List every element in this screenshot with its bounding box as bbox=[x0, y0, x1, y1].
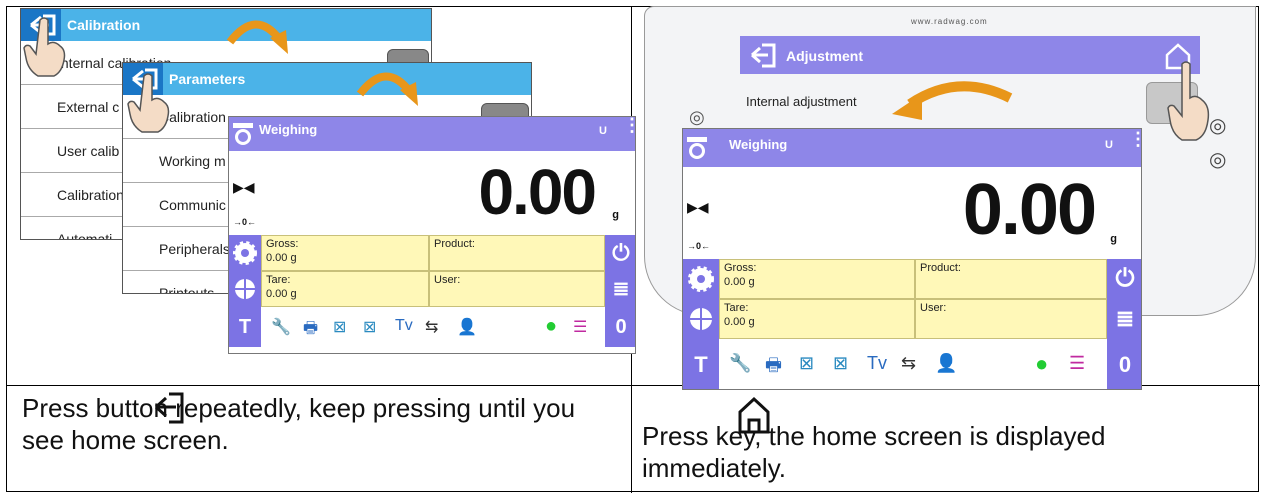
weighing-title: Weighing bbox=[259, 122, 318, 137]
website-label: www.radwag.com bbox=[911, 17, 988, 26]
product-cell: Product: bbox=[915, 259, 1107, 299]
tare-cell: Tare: 0.00 g bbox=[261, 271, 429, 307]
grid-alt-icon[interactable]: ⊠ bbox=[363, 317, 376, 337]
level-sensor-icon: ◎ bbox=[1209, 149, 1227, 171]
menu-row-internal-adjustment[interactable]: Internal adjustment bbox=[746, 94, 857, 109]
hand-pointer-icon bbox=[1167, 61, 1210, 141]
status-icons: U bbox=[599, 125, 607, 137]
scale-icon bbox=[687, 137, 707, 159]
printer-icon[interactable]: 🖶 bbox=[303, 317, 318, 344]
left-caption: Press button repeatedly, keep pressing u… bbox=[22, 393, 576, 455]
settings-button[interactable] bbox=[683, 259, 719, 299]
right-caption: Press key, the home screen is displayed … bbox=[642, 421, 1106, 483]
curved-arrow-icon bbox=[226, 20, 288, 54]
kebab-menu-icon[interactable]: ⋮ bbox=[623, 117, 635, 134]
back-icon bbox=[154, 392, 184, 424]
status-icons: U bbox=[1105, 139, 1113, 151]
zero-button[interactable]: 0 bbox=[1107, 339, 1141, 389]
power-button[interactable]: ⏻ bbox=[1107, 259, 1141, 299]
gear-icon bbox=[688, 266, 714, 292]
stability-indicator: ▶◀ bbox=[687, 199, 709, 215]
tare-t-button[interactable]: T bbox=[229, 307, 261, 347]
grid-icon[interactable]: ⊠ bbox=[799, 353, 814, 374]
settings-button[interactable] bbox=[229, 235, 261, 271]
tare-t-button[interactable]: T bbox=[683, 339, 719, 389]
database-icon[interactable]: ☰ bbox=[1069, 353, 1085, 374]
level-sensor-icon: ◎ bbox=[689, 107, 705, 127]
zero-button[interactable]: 0 bbox=[605, 307, 635, 347]
curved-arrow-icon bbox=[356, 72, 418, 106]
hand-pointer-icon bbox=[127, 73, 170, 133]
zero-indicator: →0← bbox=[687, 241, 711, 251]
pie-icon bbox=[690, 308, 712, 330]
grid-icon[interactable]: ⊠ bbox=[333, 317, 346, 337]
user-cell: User: bbox=[915, 299, 1107, 339]
weighing-screen: Weighing U ⋮ ▶◀ →0← 0.00 g Gross:0.00 g … bbox=[682, 128, 1142, 390]
weighing-title-bar: Weighing U ⋮ bbox=[683, 129, 1141, 167]
adjustment-title: Adjustment bbox=[786, 48, 863, 64]
weight-readout: 0.00 bbox=[478, 156, 597, 228]
user-cell: User: bbox=[429, 271, 605, 307]
status-dot-icon: ● bbox=[1035, 351, 1049, 376]
grid-alt-icon[interactable]: ⊠ bbox=[833, 353, 848, 374]
gear-icon bbox=[233, 241, 257, 265]
tare-pie-button[interactable] bbox=[683, 299, 719, 339]
tare-cell: Tare: 0.00 g bbox=[719, 299, 915, 339]
user-icon[interactable]: 👤 bbox=[935, 353, 957, 374]
printer-icon[interactable]: 🖶 bbox=[765, 353, 782, 383]
user-icon[interactable]: 👤 bbox=[457, 317, 477, 337]
text-icon[interactable]: Tv bbox=[867, 353, 887, 374]
product-cell: Product: bbox=[429, 235, 605, 271]
weight-unit: g bbox=[1110, 233, 1117, 245]
parameters-title-bar: Parameters bbox=[123, 63, 531, 95]
stability-indicator: ▶◀ bbox=[233, 179, 255, 195]
weighing-title-bar: Weighing U ⋮ bbox=[229, 117, 635, 151]
weighing-title: Weighing bbox=[729, 137, 788, 152]
text-icon[interactable]: Tv bbox=[395, 317, 413, 335]
zero-indicator: →0← bbox=[233, 217, 257, 227]
weight-unit: g bbox=[612, 209, 619, 221]
tare-pie-button[interactable] bbox=[229, 271, 261, 307]
unit-switch-icon[interactable]: ⇆ bbox=[901, 353, 916, 374]
database-icon[interactable]: ☰ bbox=[573, 317, 587, 337]
parameters-title: Parameters bbox=[169, 71, 246, 87]
gross-cell: Gross: 0.00 g bbox=[719, 259, 915, 299]
status-dot-icon: ● bbox=[545, 315, 558, 337]
wrench-icon[interactable]: 🔧 bbox=[271, 317, 291, 337]
weight-readout: 0.00 bbox=[962, 170, 1097, 250]
unit-switch-icon[interactable]: ⇆ bbox=[425, 317, 438, 337]
power-button[interactable]: ⏻ bbox=[605, 235, 635, 271]
kebab-menu-icon[interactable]: ⋮ bbox=[1129, 130, 1141, 148]
pie-icon bbox=[235, 279, 255, 299]
print-button[interactable]: ≣ bbox=[605, 271, 635, 307]
back-icon[interactable] bbox=[746, 40, 780, 70]
home-icon bbox=[738, 396, 770, 434]
curved-arrow-icon bbox=[892, 81, 1013, 120]
print-button[interactable]: ≣ bbox=[1107, 299, 1141, 339]
adjustment-title-bar: Adjustment bbox=[740, 36, 1200, 74]
weighing-screen: Weighing U ⋮ ▶◀ →0← 0.00 g Gross:0.00 g … bbox=[228, 116, 636, 354]
scale-icon bbox=[233, 123, 253, 145]
calibration-title: Calibration bbox=[67, 17, 141, 33]
gross-cell: Gross: 0.00 g bbox=[261, 235, 429, 271]
wrench-icon[interactable]: 🔧 bbox=[729, 353, 751, 374]
hand-pointer-icon bbox=[23, 17, 66, 77]
